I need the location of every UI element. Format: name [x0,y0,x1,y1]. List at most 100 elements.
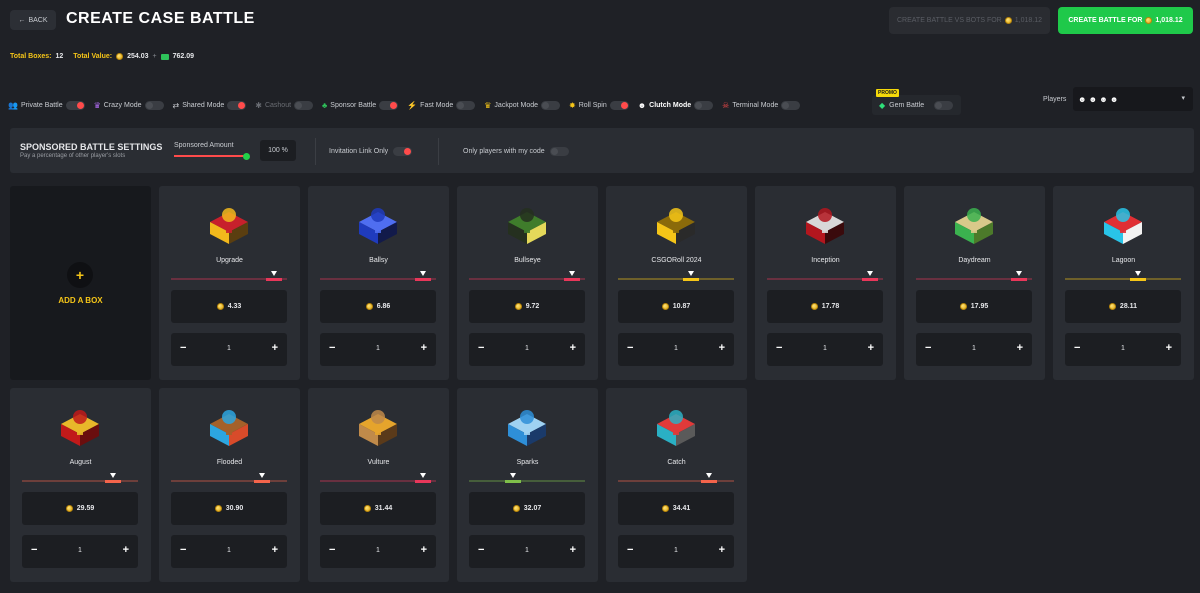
jackpot-crown-icon: ♛ [484,100,492,110]
case-card[interactable]: Upgrade 4.33 −1 + [159,186,300,380]
increase-button[interactable]: + [1166,342,1172,354]
invitation-link-toggle[interactable] [393,147,413,156]
back-button[interactable]: ← BACK [10,10,56,30]
quantity-value[interactable]: 1 [916,345,1032,352]
case-card[interactable]: CSGORoll 2024 10.87 −1 + [606,186,747,380]
rarity-segment [415,480,431,483]
create-battle-vs-bots-button[interactable]: CREATE BATTLE VS BOTS FOR 1,018.12 [889,7,1050,34]
case-name: Catch [667,459,686,466]
back-label: BACK [28,16,48,24]
case-card[interactable]: Vulture 31.44 −1 + [308,388,449,582]
rarity-pointer-icon [510,473,516,478]
increase-button[interactable]: + [1017,342,1023,354]
case-name: Inception [811,257,840,264]
case-name: Flooded [216,459,243,466]
increase-button[interactable]: + [421,544,427,556]
mode-toggle[interactable] [379,100,399,110]
increase-button[interactable]: + [272,544,278,556]
mode-toggle[interactable] [456,100,476,110]
coin-icon [514,303,522,310]
case-price: 6.86 [320,290,436,323]
mode-cashout: ✱ Cashout [255,100,314,110]
coin-icon [214,505,222,512]
case-price-value: 30.90 [225,505,244,512]
rarity-segment [254,480,270,483]
case-image [800,200,850,246]
quantity-value[interactable]: 1 [1065,345,1181,352]
mode-toggle[interactable] [144,100,164,110]
create-battle-button[interactable]: CREATE BATTLE FOR 1,018.12 [1058,7,1193,34]
case-name: Daydream [958,257,991,264]
quantity-value[interactable]: 1 [469,547,585,554]
rarity-segment [1130,278,1146,281]
mode-toggle[interactable] [227,100,247,110]
mode-shared-mode: ⇄ Shared Mode [173,100,247,110]
mode-toggle[interactable] [609,100,629,110]
mode-private-battle: 👥 Private Battle [8,100,85,110]
case-card[interactable]: Flooded 30.90 −1 + [159,388,300,582]
case-price: 28.11 [1065,290,1181,323]
case-price: 17.95 [916,290,1032,323]
gem-icon: ◆ [879,100,886,110]
case-card[interactable]: Inception 17.78 −1 + [755,186,896,380]
mode-label: Cashout [264,101,292,109]
sponsored-amount-slider[interactable] [174,155,248,157]
mode-crazy-mode: ♛ Crazy Mode [94,100,164,110]
mode-label: Private Battle [20,101,63,109]
bots-label: CREATE BATTLE VS BOTS FOR [896,17,1002,24]
case-card[interactable]: Daydream 17.95 −1 + [904,186,1045,380]
case-card[interactable]: Bullseye 9.72 −1 + [457,186,598,380]
quantity-value[interactable]: 1 [469,345,585,352]
slider-handle[interactable] [243,153,250,160]
sponsored-percent[interactable]: 100 % [260,140,296,161]
mode-toggle[interactable] [781,100,801,110]
mode-label: Roll Spin [578,101,607,109]
total-value-label: Total Value: [73,53,113,60]
case-price: 4.33 [171,290,287,323]
case-card[interactable]: Ballsy 6.86 −1 + [308,186,449,380]
rarity-segment [105,480,121,483]
plus-icon: + [67,262,93,288]
my-code-toggle[interactable] [549,147,569,156]
players-select[interactable]: ☻ ☻ ☻ ☻ ▾ [1073,87,1193,111]
case-card[interactable]: Sparks 32.07 −1 + [457,388,598,582]
increase-button[interactable]: + [123,544,129,556]
quantity-value[interactable]: 1 [320,345,436,352]
increase-button[interactable]: + [570,342,576,354]
quantity-stepper: −1 + [320,535,436,568]
case-card[interactable]: Catch 34.41 −1 + [606,388,747,582]
quantity-value[interactable]: 1 [767,345,883,352]
rarity-bar [171,271,287,281]
cash-icon [160,53,169,60]
case-card[interactable]: August 29.59 −1 + [10,388,151,582]
quantity-value[interactable]: 1 [618,345,734,352]
increase-button[interactable]: + [570,544,576,556]
mode-toggle[interactable] [294,100,314,110]
quantity-value[interactable]: 1 [171,547,287,554]
gem-battle-option[interactable]: ◆ Gem Battle [872,95,961,115]
quantity-value[interactable]: 1 [171,345,287,352]
mode-toggle[interactable] [541,100,561,110]
mode-toggle[interactable] [694,100,714,110]
quantity-value[interactable]: 1 [22,547,138,554]
case-card[interactable]: Lagoon 28.11 −1 + [1053,186,1194,380]
case-image [502,200,552,246]
coin-icon [216,303,224,310]
quantity-value[interactable]: 1 [320,547,436,554]
my-code-option: Only players with my code [463,147,569,156]
mode-roll-spin: ✸ Roll Spin [569,100,629,110]
increase-button[interactable]: + [272,342,278,354]
mode-toggle[interactable] [65,100,85,110]
increase-button[interactable]: + [719,342,725,354]
rarity-bar [320,473,436,483]
increase-button[interactable]: + [719,544,725,556]
quantity-value[interactable]: 1 [618,547,734,554]
chevron-down-icon: ▾ [1181,95,1185,102]
sponsored-settings-panel: SPONSORED BATTLE SETTINGS Pay a percenta… [10,128,1194,173]
increase-button[interactable]: + [421,342,427,354]
add-box-button[interactable]: + ADD A BOX [10,186,151,380]
increase-button[interactable]: + [868,342,874,354]
gem-battle-toggle[interactable] [934,100,954,110]
players-avatars-icon: ☻ ☻ ☻ ☻ [1078,94,1119,104]
mode-label: Jackpot Mode [494,101,539,109]
